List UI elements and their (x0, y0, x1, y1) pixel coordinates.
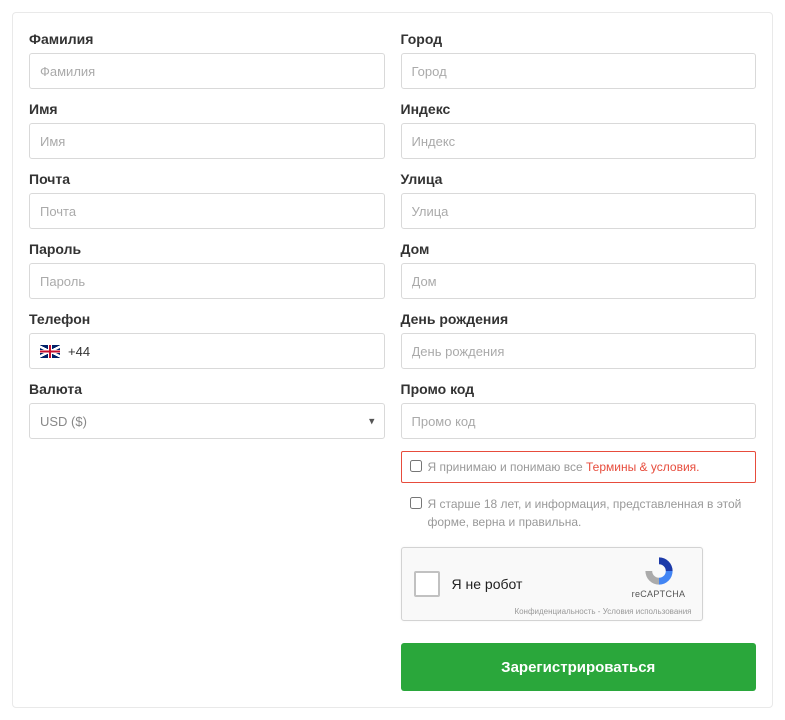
currency-select[interactable]: USD ($) (29, 403, 385, 439)
password-label: Пароль (29, 241, 385, 257)
city-input[interactable] (401, 53, 757, 89)
terms-prefix: Я принимаю и понимаю все (428, 460, 587, 474)
birthday-label: День рождения (401, 311, 757, 327)
terms-consent-row: Я принимаю и понимаю все Термины & услов… (401, 451, 757, 483)
street-input[interactable] (401, 193, 757, 229)
recaptcha-logo-icon (642, 554, 676, 588)
birthday-field: День рождения (401, 311, 757, 369)
right-column: Город Индекс Улица Дом День рождения Про (401, 31, 757, 691)
phone-label: Телефон (29, 311, 385, 327)
zip-field: Индекс (401, 101, 757, 159)
surname-input[interactable] (29, 53, 385, 89)
terms-link[interactable]: Термины & условия. (586, 460, 699, 474)
street-label: Улица (401, 171, 757, 187)
password-field: Пароль (29, 241, 385, 299)
zip-input[interactable] (401, 123, 757, 159)
zip-label: Индекс (401, 101, 757, 117)
left-column: Фамилия Имя Почта Пароль Телефон +44 (29, 31, 385, 691)
terms-checkbox[interactable] (410, 460, 422, 472)
currency-field: Валюта USD ($) ▾ (29, 381, 385, 439)
recaptcha-checkbox[interactable] (414, 571, 440, 597)
recaptcha-label: Я не робот (452, 576, 523, 592)
birthday-input[interactable] (401, 333, 757, 369)
email-input[interactable] (29, 193, 385, 229)
surname-field: Фамилия (29, 31, 385, 89)
recaptcha-brand-text: reCAPTCHA (626, 589, 692, 599)
recaptcha-widget[interactable]: Я не робот reCAPTCHA Конфиденциальность … (401, 547, 703, 621)
house-field: Дом (401, 241, 757, 299)
street-field: Улица (401, 171, 757, 229)
phone-country-select[interactable]: +44 (29, 333, 385, 369)
currency-label: Валюта (29, 381, 385, 397)
submit-button[interactable]: Зарегистрироваться (401, 643, 757, 691)
registration-form: Фамилия Имя Почта Пароль Телефон +44 (12, 12, 773, 708)
age-checkbox[interactable] (410, 497, 422, 509)
email-label: Почта (29, 171, 385, 187)
phone-dial-code: +44 (68, 344, 90, 359)
firstname-label: Имя (29, 101, 385, 117)
promo-field: Промо код (401, 381, 757, 439)
firstname-input[interactable] (29, 123, 385, 159)
surname-label: Фамилия (29, 31, 385, 47)
age-consent-row: Я старше 18 лет, и информация, представл… (401, 489, 757, 537)
city-field: Город (401, 31, 757, 89)
currency-value: USD ($) (40, 414, 87, 429)
city-label: Город (401, 31, 757, 47)
password-input[interactable] (29, 263, 385, 299)
recaptcha-legal-text: Конфиденциальность - Условия использован… (514, 607, 691, 616)
promo-label: Промо код (401, 381, 757, 397)
email-field: Почта (29, 171, 385, 229)
promo-input[interactable] (401, 403, 757, 439)
flag-uk-icon (40, 345, 60, 358)
house-input[interactable] (401, 263, 757, 299)
recaptcha-badge: reCAPTCHA (626, 554, 692, 599)
house-label: Дом (401, 241, 757, 257)
phone-field: Телефон +44 (29, 311, 385, 369)
firstname-field: Имя (29, 101, 385, 159)
terms-text: Я принимаю и понимаю все Термины & услов… (428, 458, 700, 476)
age-text: Я старше 18 лет, и информация, представл… (428, 495, 749, 531)
